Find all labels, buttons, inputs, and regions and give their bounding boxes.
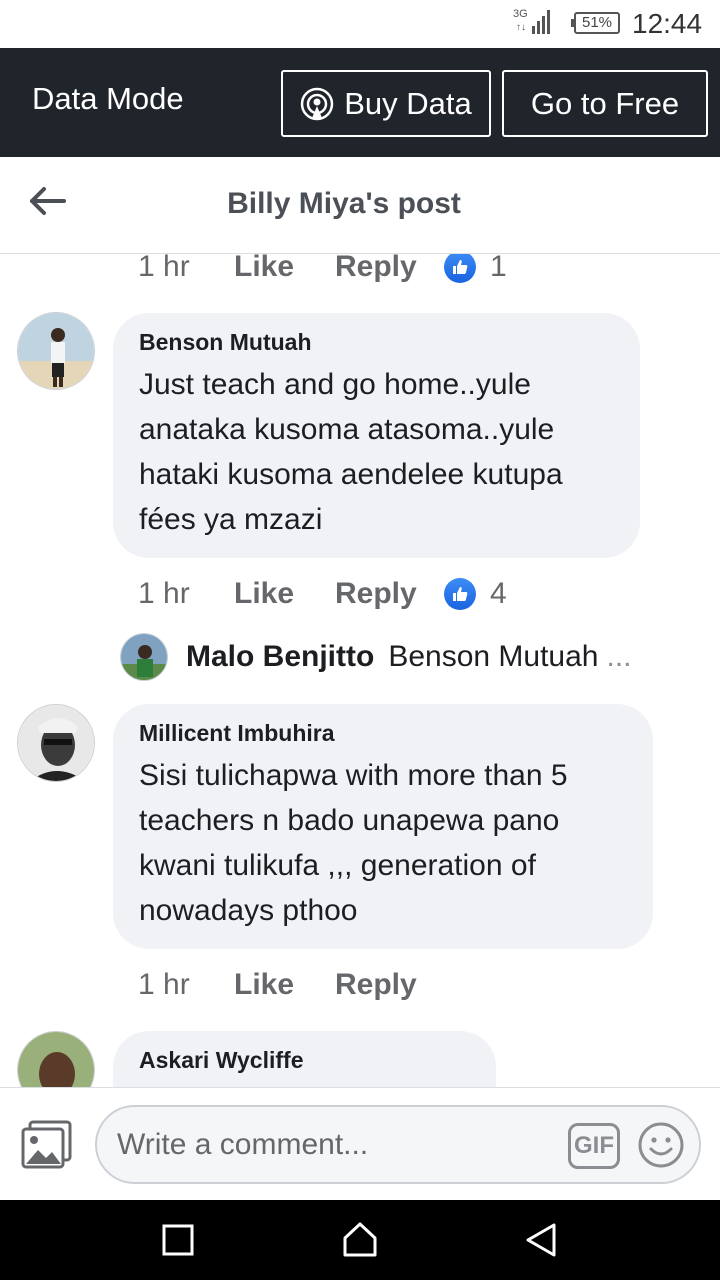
comment-text: Sisi tulichapwa with more than 5 teacher… <box>139 759 568 927</box>
back-icon[interactable] <box>522 1220 562 1260</box>
battery-icon: 51% <box>571 12 620 34</box>
buy-data-icon <box>300 87 334 120</box>
svg-text:↑↓: ↑↓ <box>516 22 526 33</box>
photo-icon[interactable] <box>20 1120 74 1170</box>
like-button[interactable]: Like <box>234 968 335 1002</box>
reaction-number: 4 <box>490 577 507 610</box>
data-mode-bar: Data Mode Buy Data Go to Free <box>0 48 720 157</box>
system-nav-bar <box>0 1200 720 1280</box>
comment-bubble: Askari Wycliffe <box>113 1031 496 1087</box>
comment-actions: 1 hr Like Reply <box>138 965 444 1005</box>
recents-icon[interactable] <box>158 1220 198 1260</box>
reaction-count[interactable]: 1 <box>444 254 507 284</box>
like-button[interactable]: Like <box>234 577 335 611</box>
comment-time: 1 hr <box>138 968 190 1001</box>
reply-button[interactable]: Reply <box>335 577 444 611</box>
data-mode-label: Data Mode <box>32 81 184 116</box>
reply-text: Benson Mutuah <box>388 640 599 673</box>
reply-author: Malo Benjitto <box>186 640 375 673</box>
emoji-icon[interactable] <box>637 1121 685 1169</box>
comment-input[interactable] <box>117 1125 537 1165</box>
comment-bubble: Benson Mutuah Just teach and go home..yu… <box>113 313 640 558</box>
clock: 12:44 <box>632 8 703 39</box>
comments-list: 1 hr Like Reply 1 Benson Mutuah Just tea… <box>0 254 720 1087</box>
go-to-free-button[interactable]: Go to Free <box>502 70 708 137</box>
buy-data-label: Buy Data <box>344 85 472 121</box>
home-icon[interactable] <box>340 1220 380 1260</box>
page-title: Billy Miya's post <box>227 187 461 220</box>
comment-author[interactable]: Benson Mutuah <box>139 329 614 356</box>
avatar[interactable] <box>17 312 95 390</box>
comment-bubble: Millicent Imbuhira Sisi tulichapwa with … <box>113 704 653 949</box>
comment-actions: 1 hr Like Reply 4 <box>138 574 507 614</box>
reply-ellipsis: ... <box>606 640 632 673</box>
like-button[interactable]: Like <box>234 254 335 284</box>
comment-text: Just teach and go home..yule anataka kus… <box>139 368 563 536</box>
gif-icon[interactable]: GIF <box>568 1123 620 1169</box>
avatar[interactable] <box>17 704 95 782</box>
comment-time: 1 hr <box>138 254 190 283</box>
reaction-number: 1 <box>490 254 507 283</box>
reply-button[interactable]: Reply <box>335 254 444 284</box>
like-icon <box>444 254 476 283</box>
comment-actions: 1 hr Like Reply 1 <box>138 254 507 287</box>
signal-icon: 3G ↑↓ <box>513 8 550 34</box>
reply-button[interactable]: Reply <box>335 968 444 1002</box>
like-icon <box>444 578 476 610</box>
buy-data-button[interactable]: Buy Data <box>281 70 491 137</box>
comment-time: 1 hr <box>138 577 190 610</box>
comment-author[interactable]: Askari Wycliffe <box>139 1047 470 1074</box>
reaction-count[interactable]: 4 <box>444 577 507 611</box>
avatar[interactable] <box>17 1031 95 1087</box>
avatar <box>120 633 168 681</box>
comment-input-wrapper: GIF <box>95 1105 701 1184</box>
comment-author[interactable]: Millicent Imbuhira <box>139 720 627 747</box>
status-bar: 3G ↑↓ 51% 12:44 <box>0 0 720 48</box>
comment-composer: GIF <box>0 1087 720 1200</box>
post-header: Billy Miya's post <box>0 157 720 254</box>
reply-preview[interactable]: Malo Benjitto Benson Mutuah ... <box>120 632 632 682</box>
svg-text:3G: 3G <box>513 8 528 20</box>
